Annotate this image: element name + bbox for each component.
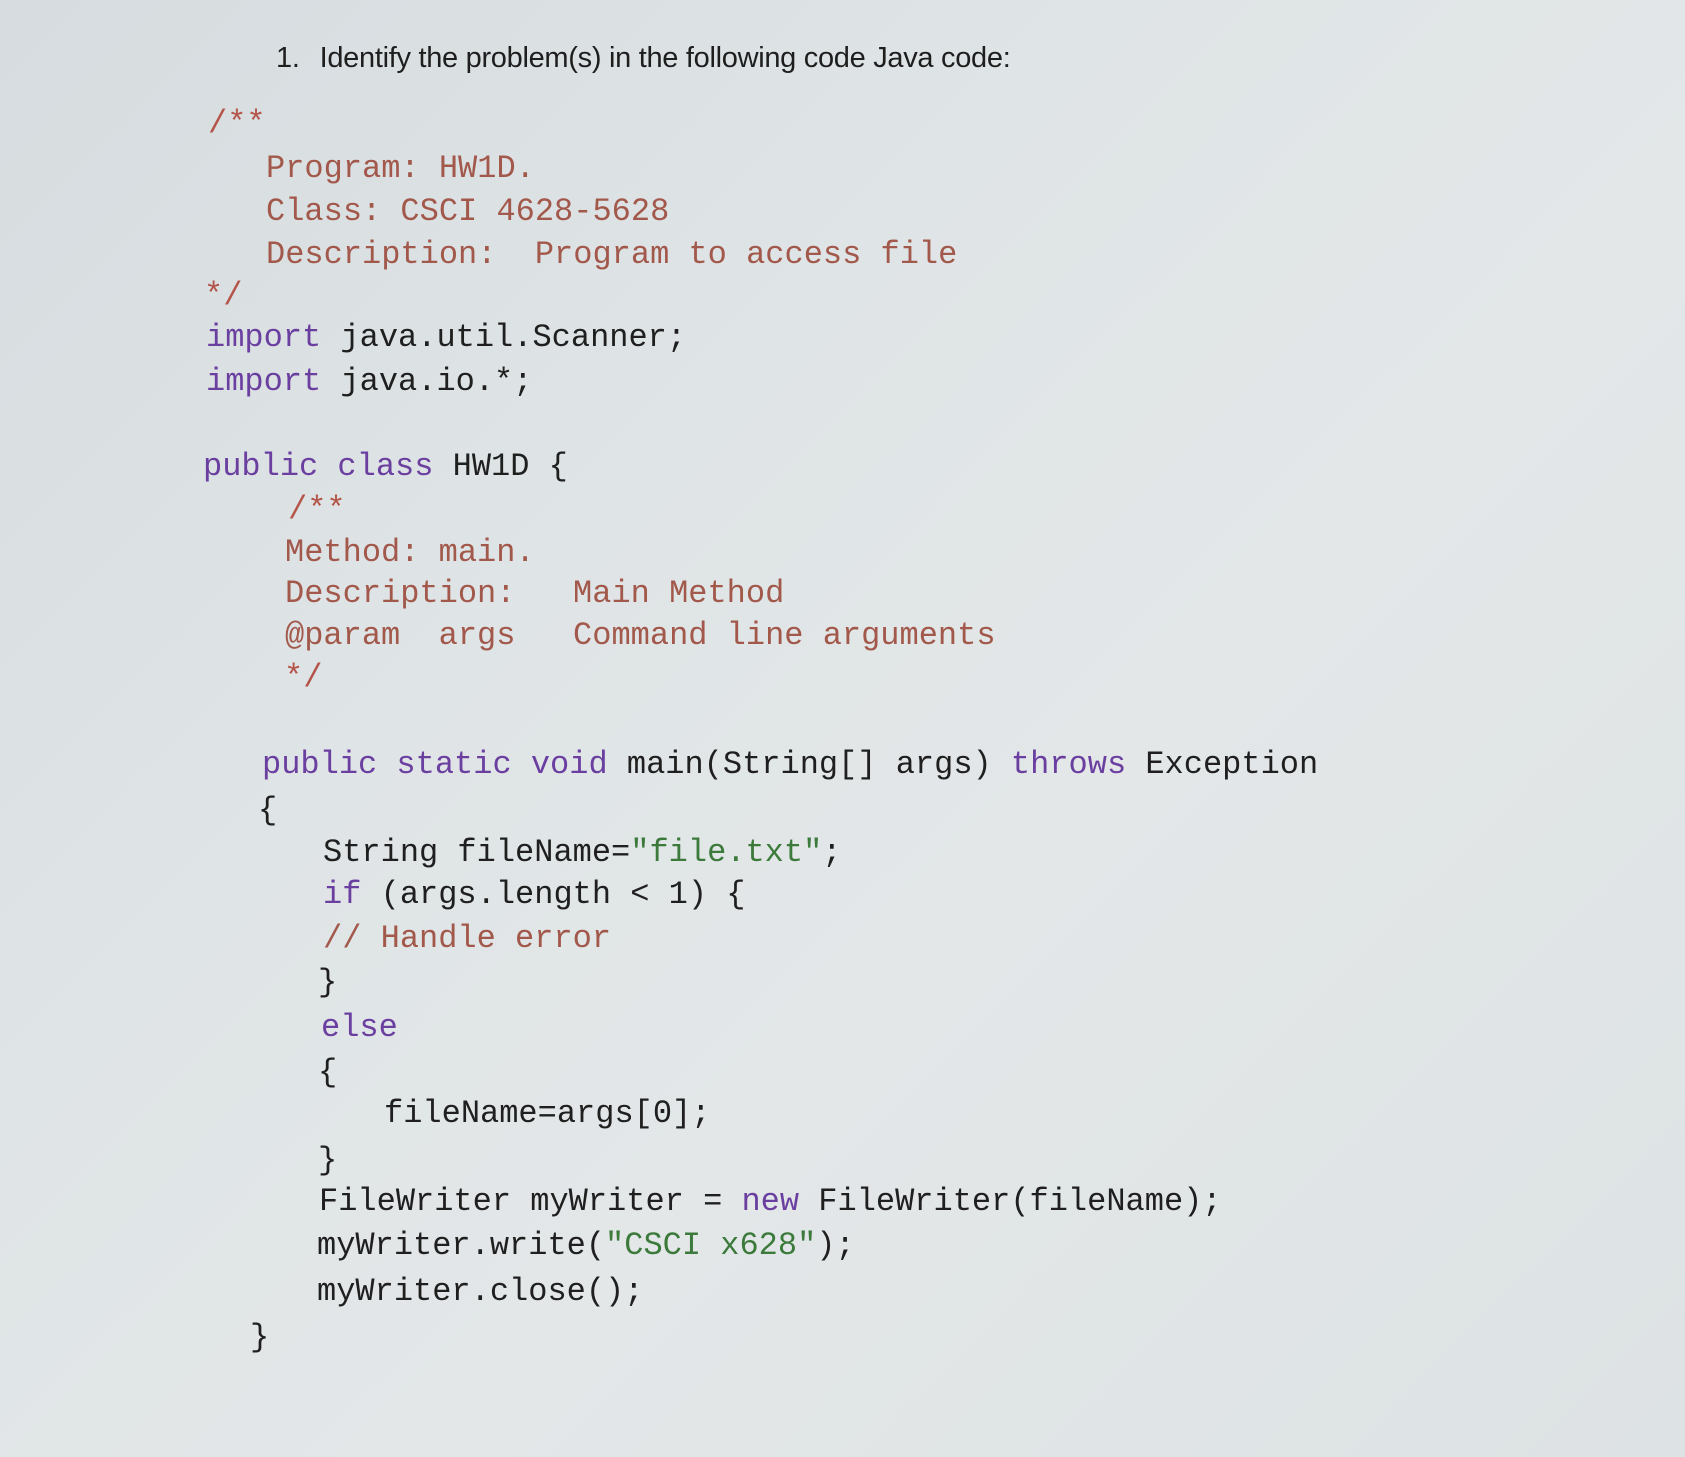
import-line: import java.io.*; bbox=[206, 366, 532, 398]
comment-description: Description: Program to access file bbox=[266, 239, 957, 271]
if-statement: if (args.length < 1) { bbox=[323, 879, 745, 911]
comment-class: Class: CSCI 4628-5628 bbox=[266, 193, 670, 230]
import-keyword: import bbox=[206, 363, 322, 400]
write-suffix: ); bbox=[816, 1227, 855, 1264]
filewriter-constructor: FileWriter(fileName); bbox=[799, 1183, 1222, 1220]
comment-close: */ bbox=[204, 277, 243, 314]
import-path: java.io.*; bbox=[340, 363, 533, 400]
keyword-public: public bbox=[203, 448, 319, 485]
comment-program: Program: HW1D. bbox=[266, 150, 535, 187]
keyword-void: void bbox=[530, 746, 608, 783]
param-name: args bbox=[438, 617, 516, 654]
method-description-label: Description: bbox=[285, 575, 516, 612]
method-comment-method: Method: main. bbox=[285, 534, 535, 571]
method-comment-open: /** bbox=[288, 491, 346, 528]
close-call: myWriter.close(); bbox=[317, 1273, 644, 1310]
write-call: myWriter.write("CSCI x628"); bbox=[317, 1230, 855, 1262]
filewriter-declaration: FileWriter myWriter = new FileWriter(fil… bbox=[319, 1186, 1222, 1218]
keyword-public: public bbox=[262, 746, 378, 783]
semicolon: ; bbox=[822, 834, 842, 871]
filename-decl-prefix: String fileName= bbox=[323, 834, 631, 871]
if-close-brace: } bbox=[318, 964, 338, 1001]
if-condition: (args.length < 1) { bbox=[380, 876, 746, 913]
comment-description-label: Description: bbox=[266, 236, 497, 273]
keyword-else: else bbox=[321, 1009, 398, 1046]
param-description: Command line arguments bbox=[573, 617, 996, 654]
import-line: import java.util.Scanner; bbox=[206, 322, 686, 354]
class-name: HW1D { bbox=[452, 448, 568, 485]
filename-assignment: fileName=args[0]; bbox=[384, 1095, 711, 1132]
exception-type: Exception bbox=[1145, 746, 1319, 783]
keyword-static: static bbox=[396, 746, 512, 783]
else-open-brace: { bbox=[318, 1054, 338, 1091]
write-prefix: myWriter.write( bbox=[317, 1227, 606, 1264]
method-declaration: public static void main(String[] args) t… bbox=[262, 749, 1318, 781]
keyword-new: new bbox=[741, 1183, 800, 1220]
method-open-brace: { bbox=[258, 792, 278, 829]
code-listing: /** Program: HW1D. Class: CSCI 4628-5628… bbox=[0, 0, 1318, 1443]
comment-open: /** bbox=[208, 105, 266, 142]
method-comment-param: @param args Command line arguments bbox=[285, 620, 996, 652]
filename-string-literal: "file.txt" bbox=[630, 834, 823, 871]
keyword-throws: throws bbox=[1010, 746, 1127, 783]
handle-error-comment: // Handle error bbox=[323, 920, 612, 957]
method-signature: main(String[] args) bbox=[626, 746, 992, 783]
method-description-value: Main Method bbox=[573, 575, 785, 612]
else-close-brace: } bbox=[318, 1142, 338, 1179]
keyword-if: if bbox=[323, 876, 362, 913]
question-number: 1. bbox=[276, 42, 300, 74]
write-string-literal: "CSCI x628" bbox=[605, 1227, 817, 1264]
filename-declaration: String fileName="file.txt"; bbox=[323, 837, 841, 869]
import-path: java.util.Scanner; bbox=[340, 319, 687, 356]
method-comment-description: Description: Main Method bbox=[285, 578, 784, 610]
method-close-brace: } bbox=[250, 1319, 270, 1356]
comment-description-value: Program to access file bbox=[534, 236, 958, 273]
import-keyword: import bbox=[206, 319, 322, 356]
question-heading: 1. Identify the problem(s) in the followi… bbox=[276, 42, 1011, 75]
method-comment-close: */ bbox=[284, 659, 323, 696]
param-tag: @param bbox=[285, 617, 401, 654]
class-declaration: public class HW1D { bbox=[203, 451, 568, 483]
question-text: Identify the problem(s) in the following… bbox=[319, 42, 1011, 74]
keyword-class: class bbox=[337, 448, 434, 485]
filewriter-prefix: FileWriter myWriter = bbox=[319, 1183, 742, 1220]
